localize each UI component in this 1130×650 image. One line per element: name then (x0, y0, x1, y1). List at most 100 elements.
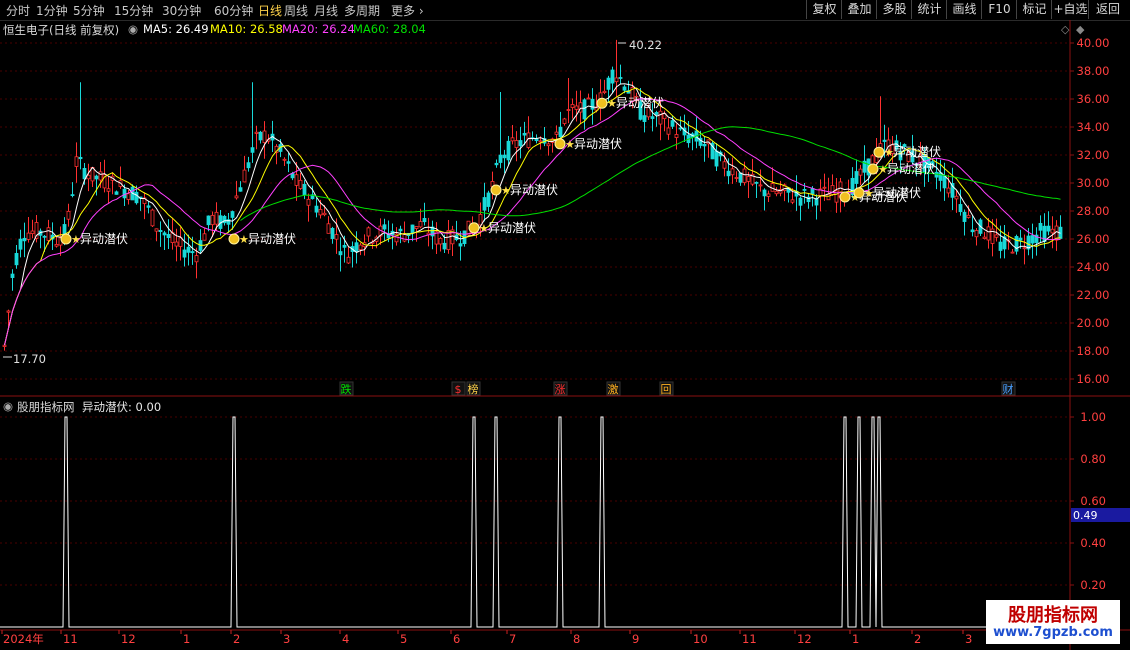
candle-body (522, 132, 527, 136)
candle-body (690, 133, 695, 138)
main-chart[interactable]: ◇ ◆40.0038.0036.0034.0032.0030.0028.0026.… (0, 0, 1130, 650)
candle-body (378, 225, 383, 237)
candle-body (70, 194, 75, 197)
candle-body (958, 204, 963, 213)
candle-body (466, 220, 471, 236)
sub-chart-title[interactable]: 股朋指标网 (17, 399, 75, 415)
candle-body (818, 188, 823, 197)
date-label: 8 (573, 632, 580, 646)
tab-1m[interactable]: 1分钟 (36, 2, 68, 19)
candle-body (666, 127, 671, 135)
adjust-button[interactable]: 复权 (806, 0, 842, 19)
candle-body (102, 174, 107, 189)
overlay-button[interactable]: 叠加 (841, 0, 877, 19)
candle-body (590, 98, 595, 110)
candle-body (626, 90, 631, 94)
star-icon: ★ (878, 163, 888, 176)
candle-body (86, 174, 91, 180)
candle-body (510, 137, 515, 142)
f10-button[interactable]: F10 (981, 0, 1017, 19)
price-tick-label: 30.00 (1077, 176, 1110, 190)
candle-body (1030, 235, 1035, 244)
candle-body (654, 112, 659, 115)
candle-body (74, 156, 79, 167)
candle-body (714, 150, 719, 167)
candle-body (410, 224, 415, 234)
candle-body (146, 205, 151, 208)
date-label: 2024年 (3, 632, 44, 646)
tab-15m[interactable]: 15分钟 (114, 2, 153, 19)
tab-day[interactable]: 日线 (258, 2, 282, 19)
stock-title[interactable]: 恒生电子(日线 前复权) (3, 22, 119, 38)
candle-body (1006, 239, 1011, 242)
sub-settings-icon[interactable]: ◉ (3, 399, 13, 413)
candle-body (634, 95, 639, 101)
candles (2, 39, 1063, 351)
candle-body (22, 237, 27, 242)
tab-5m[interactable]: 5分钟 (73, 2, 105, 19)
candle-body (174, 241, 179, 247)
candle-body (850, 177, 855, 196)
candle-body (294, 174, 299, 186)
candle-body (470, 226, 475, 234)
candle-body (882, 139, 887, 142)
multi-stock-button[interactable]: 多股 (876, 0, 912, 19)
tab-month[interactable]: 月线 (314, 2, 338, 19)
event-marker-1: $ (455, 383, 462, 396)
tab-more[interactable]: 更多 › (391, 2, 424, 19)
candle-body (422, 217, 427, 223)
candle-body (514, 140, 519, 148)
tab-min[interactable]: 分时 (6, 2, 30, 19)
ma10-line (4, 87, 1061, 346)
event-marker-box (553, 381, 568, 396)
candle-body (642, 115, 647, 122)
candle-body (90, 167, 95, 182)
candle-body (842, 194, 847, 199)
draw-button[interactable]: 画线 (946, 0, 982, 19)
candle-body (898, 151, 903, 161)
candle-body (718, 151, 723, 157)
candle-body (610, 69, 615, 84)
money-bag-icon (853, 187, 865, 199)
candle-body (742, 168, 747, 183)
mark-button[interactable]: 标记 (1016, 0, 1052, 19)
tab-week[interactable]: 周线 (284, 2, 308, 19)
back-button[interactable]: 返回 (1088, 0, 1127, 19)
high-price-label: 40.22 (629, 38, 662, 52)
candle-body (462, 230, 467, 245)
candle-body (238, 187, 243, 192)
tab-multi[interactable]: 多周期 (344, 2, 380, 19)
price-tick-label: 28.00 (1077, 204, 1110, 218)
add-watch-button[interactable]: +自选 (1051, 0, 1089, 19)
candle-body (682, 127, 687, 136)
event-marker-box (606, 381, 621, 396)
candle-body (278, 144, 283, 152)
candle-body (982, 236, 987, 239)
candle-body (454, 234, 459, 241)
candle-body (950, 183, 955, 198)
candle-body (430, 226, 435, 237)
settings-icon[interactable]: ◉ (128, 22, 138, 36)
star-icon: ★ (864, 187, 874, 200)
candle-body (538, 140, 543, 143)
candle-body (934, 171, 939, 178)
candle-body (874, 150, 879, 163)
stats-button[interactable]: 统计 (911, 0, 947, 19)
candle-body (478, 214, 483, 226)
candle-body (58, 237, 63, 246)
candle-body (866, 158, 871, 176)
candle-body (722, 161, 727, 169)
candle-body (442, 242, 447, 250)
candle-body (290, 172, 295, 179)
candle-body (482, 197, 487, 211)
candle-body (598, 92, 603, 108)
candle-body (526, 132, 531, 148)
candle-body (234, 195, 239, 199)
tab-30m[interactable]: 30分钟 (162, 2, 201, 19)
candle-body (854, 171, 859, 184)
candle-body (138, 196, 143, 199)
candle-body (354, 242, 359, 252)
signal-label: 异动潜伏 (616, 96, 664, 110)
candle-body (786, 187, 791, 193)
tab-60m[interactable]: 60分钟 (214, 2, 253, 19)
